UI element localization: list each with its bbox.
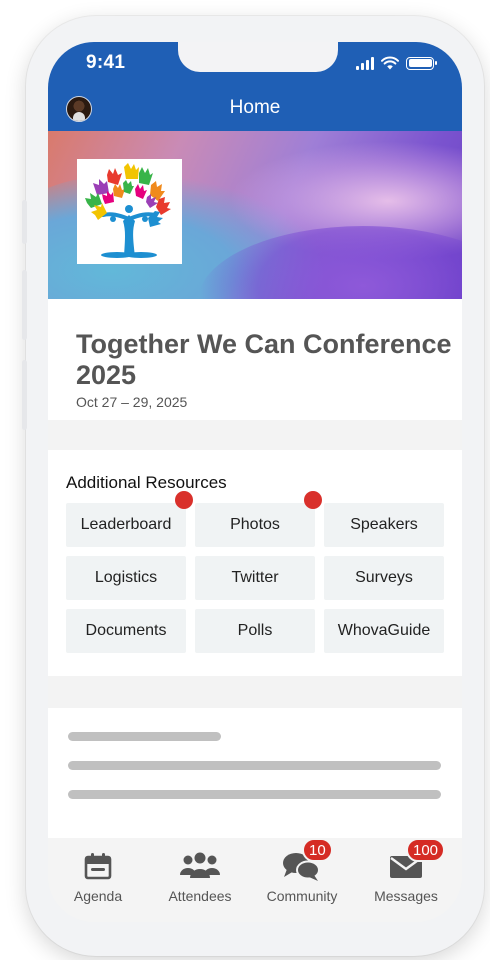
- event-title: Together We Can Conference 2025: [76, 329, 452, 390]
- notification-dot: [175, 491, 193, 509]
- page-title: Home: [229, 97, 281, 118]
- phone-side-button: [22, 200, 27, 244]
- bottom-nav: Agenda Attendees 10 Community 100 Messag…: [48, 838, 462, 922]
- resource-label: Twitter: [231, 569, 279, 586]
- phone-side-button: [22, 360, 27, 430]
- phone-side-button: [22, 270, 27, 340]
- event-date: Oct 27 – 29, 2025: [76, 394, 188, 410]
- skeleton-line: [68, 732, 221, 741]
- resource-label: Documents: [85, 622, 167, 639]
- resource-label: WhovaGuide: [337, 622, 431, 639]
- signal-icon: [356, 56, 374, 70]
- event-banner: [48, 131, 462, 299]
- resource-label: Photos: [230, 516, 280, 533]
- nav-icon-wrap: [76, 848, 120, 884]
- resource-button-photos[interactable]: Photos: [195, 491, 322, 547]
- resource-label: Polls: [237, 622, 273, 639]
- resource-button-logistics[interactable]: Logistics: [66, 556, 186, 600]
- nav-item-agenda[interactable]: Agenda: [48, 838, 148, 922]
- hands-tree-logo-icon: [85, 163, 171, 258]
- resource-button-whovaguide[interactable]: WhovaGuide: [324, 609, 444, 653]
- phone-notch: [178, 42, 338, 72]
- nav-item-messages[interactable]: 100 Messages: [356, 838, 456, 922]
- nav-icon-wrap: 100: [384, 838, 446, 884]
- resource-button-twitter[interactable]: Twitter: [195, 556, 315, 600]
- nav-label: Messages: [374, 888, 438, 904]
- resource-label: Speakers: [350, 516, 418, 533]
- wifi-icon: [381, 56, 399, 70]
- skeleton-line: [68, 790, 441, 799]
- resource-label: Surveys: [355, 569, 413, 586]
- event-info-card: Together We Can Conference 2025 Oct 27 –…: [48, 299, 462, 420]
- resource-label: Logistics: [94, 569, 158, 586]
- notification-dot: [304, 491, 322, 509]
- event-logo: [77, 159, 182, 264]
- nav-item-community[interactable]: 10 Community: [252, 838, 352, 922]
- resource-label: Leaderboard: [80, 516, 172, 533]
- nav-icon-wrap: 10: [280, 838, 333, 884]
- community-badge: 10: [302, 838, 333, 862]
- resources-card: Additional Resources Leaderboard Photos …: [48, 450, 462, 676]
- battery-icon: [406, 56, 437, 70]
- app-header: 9:41 Home: [48, 42, 462, 131]
- nav-label: Agenda: [73, 888, 123, 904]
- skeleton-line: [68, 761, 441, 770]
- nav-label: Attendees: [168, 888, 232, 904]
- people-icon: [180, 852, 220, 878]
- resource-grid: Leaderboard Photos Speakers Logistics Tw…: [66, 491, 444, 653]
- resource-button-leaderboard[interactable]: Leaderboard: [66, 491, 193, 547]
- status-time: 9:41: [86, 52, 126, 73]
- loading-placeholder-card: [48, 708, 462, 838]
- resource-button-polls[interactable]: Polls: [195, 609, 315, 653]
- nav-icon-wrap: [178, 848, 222, 884]
- resource-button-documents[interactable]: Documents: [66, 609, 186, 653]
- resources-title: Additional Resources: [66, 473, 227, 492]
- nav-label: Community: [266, 888, 338, 904]
- resource-button-speakers[interactable]: Speakers: [324, 503, 444, 547]
- phone-screen: 9:41 Home Together We Can Conference 202…: [48, 42, 462, 922]
- messages-badge: 100: [406, 838, 446, 862]
- calendar-icon: [84, 853, 112, 880]
- resource-button-surveys[interactable]: Surveys: [324, 556, 444, 600]
- nav-item-attendees[interactable]: Attendees: [150, 838, 250, 922]
- status-icons: [356, 56, 437, 70]
